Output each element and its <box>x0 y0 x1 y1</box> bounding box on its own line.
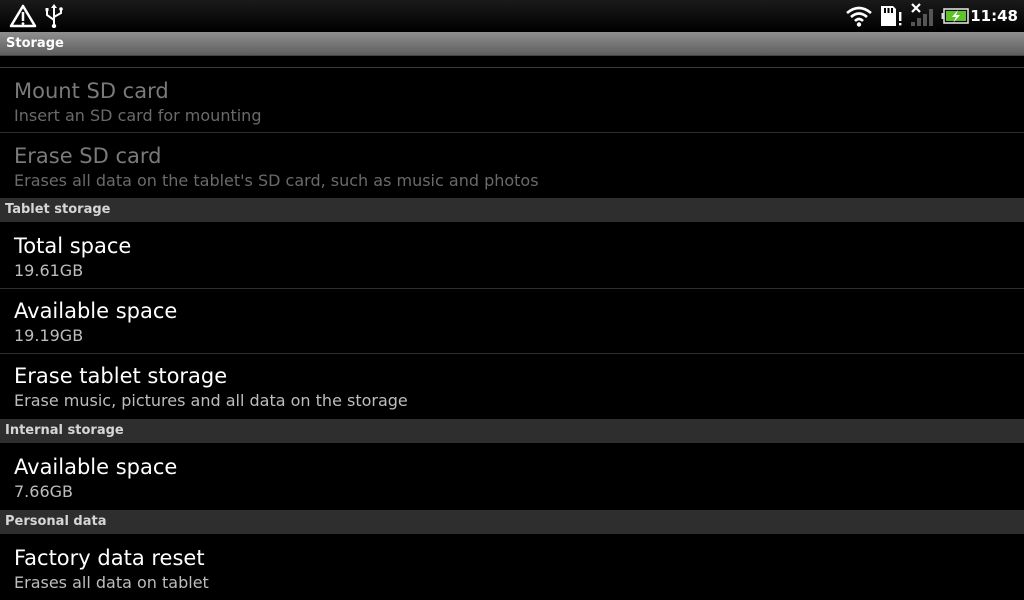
section-header-label: Tablet storage <box>5 202 111 217</box>
page-title: Storage <box>6 36 64 51</box>
erase-sd-card-subtitle: Erases all data on the tablet's SD card,… <box>14 171 539 190</box>
sd-card-icon <box>881 6 902 26</box>
available-space-title: Available space <box>14 299 178 323</box>
section-header-label: Internal storage <box>5 423 124 438</box>
mount-sd-card-title: Mount SD card <box>14 79 169 103</box>
section-header-personal-data: Personal data <box>0 510 1024 534</box>
total-space-title: Total space <box>14 234 132 258</box>
erase-tablet-storage-subtitle: Erase music, pictures and all data on th… <box>14 391 408 410</box>
mount-sd-card-subtitle: Insert an SD card for mounting <box>14 106 262 125</box>
erase-tablet-storage-item[interactable]: Erase tablet storage Erase music, pictur… <box>0 353 1024 418</box>
clock: 11:48 <box>970 7 1018 25</box>
signal-icon <box>911 3 933 26</box>
usb-icon <box>45 4 63 28</box>
available-space-item: Available space 19.19GB <box>0 288 1024 353</box>
section-header-internal-storage: Internal storage <box>0 419 1024 443</box>
erase-sd-card-title: Erase SD card <box>14 144 162 168</box>
status-bar: 11:48 <box>0 0 1024 32</box>
factory-data-reset-subtitle: Erases all data on tablet <box>14 573 209 592</box>
internal-available-space-item: Available space 7.66GB <box>0 444 1024 509</box>
total-space-item: Total space 19.61GB <box>0 223 1024 288</box>
total-space-value: 19.61GB <box>14 261 84 280</box>
section-header-label: Personal data <box>5 514 107 529</box>
battery-charging-icon <box>941 8 969 24</box>
warning-icon <box>9 4 37 28</box>
title-bar: Storage <box>0 32 1024 56</box>
erase-sd-card-item[interactable]: Erase SD card Erases all data on the tab… <box>0 133 1024 198</box>
mount-sd-card-item[interactable]: Mount SD card Insert an SD card for moun… <box>0 68 1024 133</box>
factory-data-reset-item[interactable]: Factory data reset Erases all data on ta… <box>0 535 1024 600</box>
factory-data-reset-title: Factory data reset <box>14 546 205 570</box>
section-header-tablet-storage: Tablet storage <box>0 198 1024 222</box>
available-space-value: 19.19GB <box>14 326 84 345</box>
internal-available-space-title: Available space <box>14 455 178 479</box>
erase-tablet-storage-title: Erase tablet storage <box>14 364 228 388</box>
internal-available-space-value: 7.66GB <box>14 482 73 501</box>
wifi-icon <box>846 6 872 27</box>
